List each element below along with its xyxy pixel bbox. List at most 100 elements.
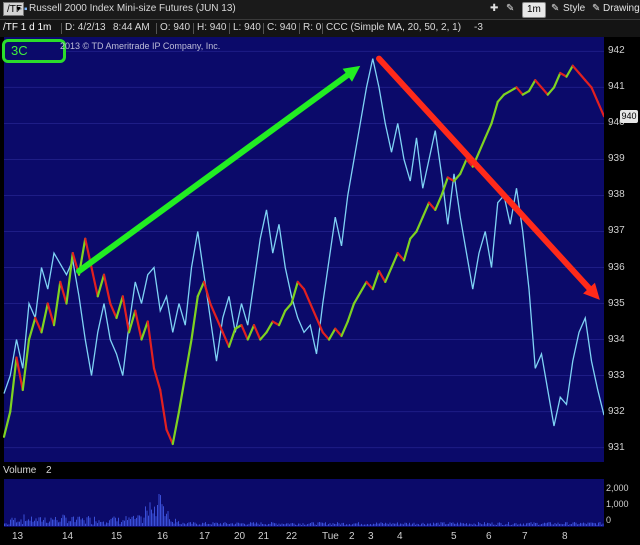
x-tick-label: 13 [12, 531, 24, 542]
price-segment [27, 316, 37, 341]
timeframe-button[interactable]: 1m [522, 2, 546, 18]
volume-bar [167, 511, 169, 526]
volume-bar [215, 522, 217, 526]
style-button[interactable]: Style [563, 2, 585, 16]
volume-bar [494, 524, 496, 526]
volume-bar [79, 516, 80, 526]
y-tick-label: 936 [608, 261, 625, 273]
volume-bar [271, 522, 272, 526]
volume-bar [101, 521, 103, 526]
volume-bar [236, 522, 238, 526]
volume-bar [244, 523, 245, 526]
volume-bar [412, 523, 413, 526]
volume-bar [445, 524, 446, 526]
x-tick-label: 14 [62, 531, 74, 542]
price-segment [184, 338, 193, 377]
volume-bar [257, 523, 259, 526]
volume-bar [398, 524, 400, 526]
drawings-button[interactable]: Drawings [603, 2, 640, 16]
volume-bar [217, 522, 218, 526]
volume-bar [52, 519, 53, 526]
volume-bar [200, 524, 202, 526]
volume-bar [188, 522, 190, 526]
plus-icon[interactable]: ✚ [490, 2, 498, 16]
x-tick-label: 4 [397, 531, 403, 542]
price-segment [259, 331, 268, 341]
volume-bar [106, 522, 107, 526]
volume-bar [65, 517, 67, 526]
volume-bar [454, 523, 455, 526]
series-3c-line [3, 58, 604, 427]
symbol-selector[interactable]: /TF ▼ [3, 2, 24, 16]
price-segment [9, 356, 18, 413]
price-segment [102, 273, 112, 305]
volume-bar [410, 524, 412, 526]
volume-bar [350, 524, 352, 526]
price-axis[interactable] [604, 37, 640, 462]
volume-bar [268, 523, 269, 526]
wrench-icon[interactable]: ✎ [506, 2, 514, 16]
volume-bar [325, 522, 326, 526]
volume-bar [281, 523, 283, 526]
y-tick-label: 939 [608, 153, 625, 165]
price-segment [190, 295, 199, 341]
volume-bar [562, 524, 563, 526]
price-segment [121, 295, 131, 334]
volume-bar [34, 520, 35, 526]
price-segment [115, 295, 124, 320]
volume-bar [70, 521, 71, 526]
volume-bar [14, 517, 16, 526]
volume-bar [524, 524, 526, 526]
volume-bar [104, 524, 106, 526]
volume-bar [518, 524, 520, 526]
volume-bar [61, 518, 62, 526]
time-axis[interactable] [0, 528, 640, 545]
volume-bar [191, 523, 193, 526]
volume-bar [247, 524, 248, 526]
volume-bar [539, 524, 541, 526]
volume-bar [511, 524, 512, 526]
volume-bar [46, 522, 47, 526]
volume-bar [544, 522, 545, 526]
volume-bar [275, 523, 277, 526]
price-segment [490, 100, 499, 125]
volume-bar [550, 522, 551, 526]
volume-bar [361, 523, 362, 526]
volume-bar [4, 523, 5, 526]
volume-bar [136, 517, 137, 526]
volume-bar [373, 523, 374, 526]
volume-bar [227, 523, 229, 526]
volume-tick-label: 2,000 [606, 483, 629, 493]
volume-bar [80, 519, 82, 526]
volume-bar [332, 523, 334, 526]
drawings-icon[interactable]: ✎ [592, 2, 600, 16]
volume-bar [143, 517, 145, 526]
volume-bar [526, 523, 527, 526]
volume-bar [451, 522, 452, 526]
volume-bar [173, 523, 175, 526]
info-open: O: 940 [160, 22, 191, 33]
volume-bar [161, 504, 163, 526]
y-tick-label: 938 [608, 189, 625, 201]
volume-bar [86, 517, 88, 526]
x-tick-label: 17 [199, 531, 211, 542]
link-icon[interactable]: ▪ [24, 3, 28, 17]
volume-bar [499, 522, 500, 526]
style-icon[interactable]: ✎ [551, 2, 559, 16]
volume-bar [551, 524, 553, 526]
volume-bar [386, 523, 388, 526]
price-segment [265, 320, 274, 334]
volume-bar [137, 515, 139, 526]
volume-bar [463, 523, 464, 526]
volume-bar [58, 522, 59, 526]
volume-bar [464, 523, 466, 526]
price-segment [540, 86, 549, 96]
volume-bar [557, 522, 559, 526]
volume-bar [148, 515, 149, 526]
price-segment [409, 230, 418, 240]
volume-bar [73, 516, 74, 526]
volume-bar [461, 523, 463, 526]
volume-bar [283, 524, 284, 526]
volume-bar [533, 522, 535, 526]
volume-bar [175, 518, 176, 526]
